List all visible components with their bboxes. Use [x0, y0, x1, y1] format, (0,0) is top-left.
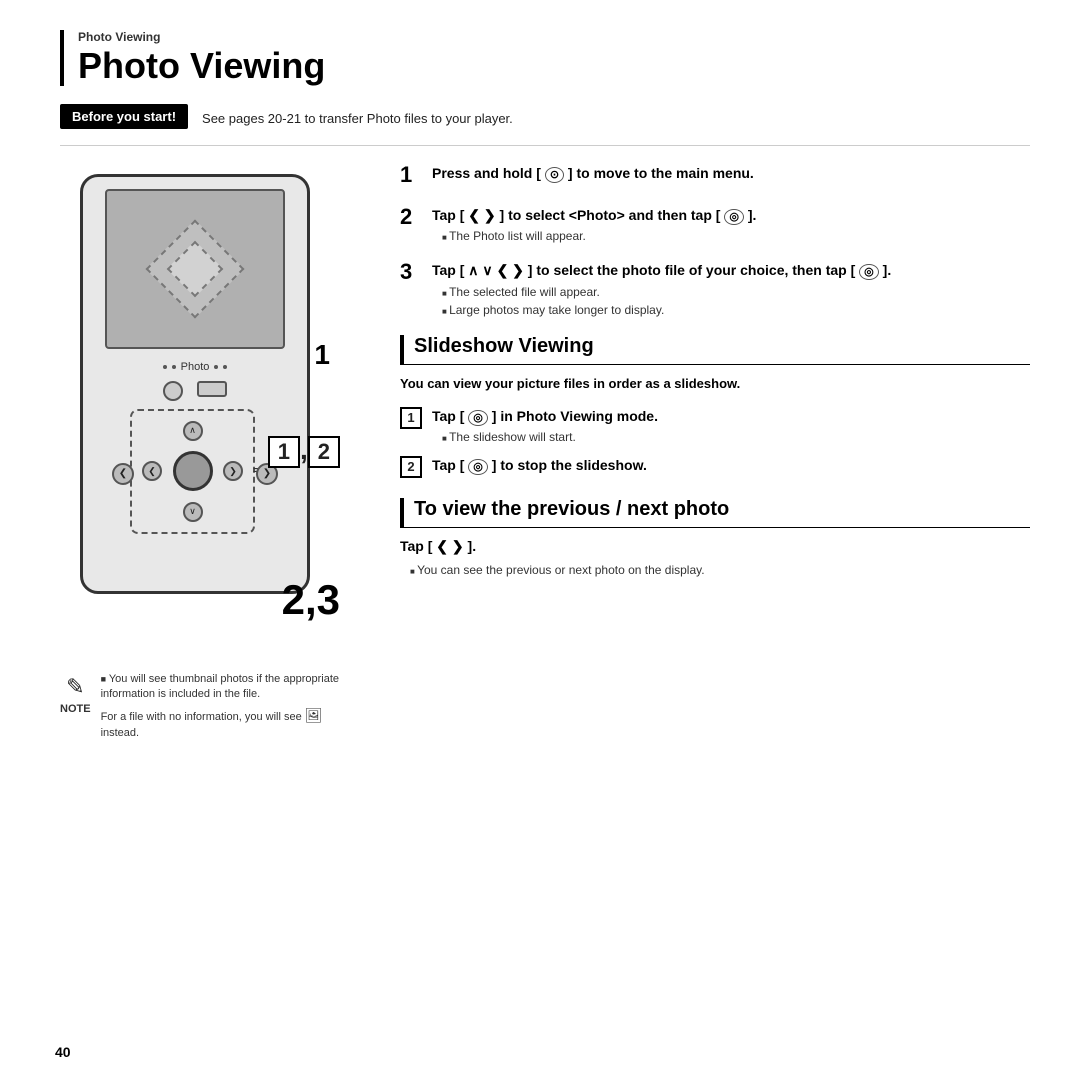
dpad-container: ❮ ∧ ∨ ❮ ❯ = ❯: [130, 409, 260, 539]
btn-power: [163, 381, 183, 401]
before-start-row: Before you start! See pages 20-21 to tra…: [60, 104, 1030, 146]
right-column: 1 Press and hold [ ⊙ ] to move to the ma…: [400, 164, 1030, 742]
step-1-number: 1: [400, 162, 422, 188]
note-content: ■ You will see thumbnail photos if the a…: [101, 672, 350, 742]
dpad-left: ❮: [142, 461, 162, 481]
before-start-badge: Before you start!: [60, 104, 188, 129]
slideshow-step-2-content: Tap [ ◎ ] to stop the slideshow.: [432, 456, 647, 476]
btn-hold: [197, 381, 227, 397]
dpad-right: ❯: [223, 461, 243, 481]
before-start-text: See pages 20-21 to transfer Photo files …: [202, 111, 513, 126]
symbol-ok-2: ◎: [724, 209, 744, 225]
step-overlay-1: 1: [314, 339, 330, 371]
step-2-sub-1: The Photo list will appear.: [432, 229, 756, 243]
step-1-text: Press and hold [ ⊙ ] to move to the main…: [432, 164, 754, 184]
page-title: Photo Viewing: [78, 46, 1030, 86]
device-illustration: Photo: [60, 164, 330, 654]
step-overlay-12: 1,2: [268, 434, 340, 468]
note-icon-col: ✎ NOTE: [60, 672, 91, 742]
slideshow-step-1-num: 1: [400, 407, 422, 429]
photo-icon-inner: [167, 240, 224, 297]
dot-left: [163, 365, 167, 369]
slideshow-step-1-text: Tap [ ◎ ] in Photo Viewing mode.: [432, 407, 658, 427]
dpad: ∧ ∨ ❮ ❯ =: [140, 419, 245, 524]
slideshow-step-2-row: 2 Tap [ ◎ ] to stop the slideshow.: [400, 456, 1030, 478]
photo-label: Photo: [163, 361, 228, 373]
step-1-row: 1 Press and hold [ ⊙ ] to move to the ma…: [400, 164, 1030, 188]
dot-right2: [223, 365, 227, 369]
symbol-ok-ss2: ◎: [468, 459, 488, 475]
breadcrumb: Photo Viewing: [78, 30, 1030, 44]
top-buttons-row: [93, 381, 297, 401]
photo-icon: [146, 219, 245, 318]
step-3-row: 3 Tap [ ∧ ∨ ❮ ❯ ] to select the photo fi…: [400, 261, 1030, 317]
note-section: ✎ NOTE ■ You will see thumbnail photos i…: [60, 672, 350, 742]
slideshow-heading: Slideshow Viewing: [400, 335, 1030, 365]
tap-label: Tap [ ❮ ❯ ].: [400, 538, 1030, 555]
dpad-center-btn: [173, 451, 213, 491]
step-3-sub-1: The selected file will appear.: [432, 285, 891, 299]
slideshow-step-1-sub: The slideshow will start.: [432, 430, 658, 444]
symbol-ok-3: ◎: [859, 264, 879, 280]
note-label: NOTE: [60, 703, 91, 715]
symbol-ok-ss1: ◎: [468, 410, 488, 426]
step-2-content: Tap [ ❮ ❯ ] to select <Photo> and then t…: [432, 206, 756, 244]
main-content: Photo: [60, 164, 1030, 742]
dpad-down: ∨: [183, 502, 203, 522]
note-line-2: For a file with no information, you will…: [101, 706, 350, 741]
header-section: Photo Viewing Photo Viewing: [60, 30, 1030, 86]
dpad-up: ∧: [183, 421, 203, 441]
device-body: Photo: [80, 174, 310, 594]
slideshow-step-1-row: 1 Tap [ ◎ ] in Photo Viewing mode. The s…: [400, 407, 1030, 444]
step-box-1: 1: [268, 436, 300, 468]
step-3-number: 3: [400, 259, 422, 285]
next-photo-heading: To view the previous / next photo: [400, 498, 1030, 528]
next-photo-section: To view the previous / next photo Tap [ …: [400, 498, 1030, 577]
file-icon: 🖼: [305, 707, 323, 723]
step-2-number: 2: [400, 204, 422, 230]
slideshow-step-1-content: Tap [ ◎ ] in Photo Viewing mode. The sli…: [432, 407, 658, 444]
page-number: 40: [55, 1044, 71, 1060]
note-icon: ✎: [66, 674, 84, 700]
slideshow-desc: You can view your picture files in order…: [400, 375, 1030, 393]
page: Photo Viewing Photo Viewing Before you s…: [0, 0, 1080, 1080]
step-3-text: Tap [ ∧ ∨ ❮ ❯ ] to select the photo file…: [432, 261, 891, 281]
step-3-sub-2: Large photos may take longer to display.: [432, 303, 891, 317]
note-line-1: ■ You will see thumbnail photos if the a…: [101, 672, 350, 703]
step-2-row: 2 Tap [ ❮ ❯ ] to select <Photo> and then…: [400, 206, 1030, 244]
dot-right: [214, 365, 218, 369]
slideshow-section: Slideshow Viewing You can view your pict…: [400, 335, 1030, 478]
slideshow-step-2-num: 2: [400, 456, 422, 478]
dot-left2: [172, 365, 176, 369]
step-3-content: Tap [ ∧ ∨ ❮ ❯ ] to select the photo file…: [432, 261, 891, 317]
device-screen: [105, 189, 285, 349]
step-1-content: Press and hold [ ⊙ ] to move to the main…: [432, 164, 754, 184]
step-2-text: Tap [ ❮ ❯ ] to select <Photo> and then t…: [432, 206, 756, 226]
left-column: Photo: [60, 164, 370, 742]
step-overlay-23: 2,3: [282, 576, 340, 624]
btn-left-outer: ❮: [112, 463, 134, 485]
symbol-power: ⊙: [545, 167, 564, 183]
controls-area: ❮ ∧ ∨ ❮ ❯ = ❯: [93, 381, 297, 539]
step-box-2: 2: [308, 436, 340, 468]
slideshow-step-2-text: Tap [ ◎ ] to stop the slideshow.: [432, 456, 647, 476]
tap-sub-1: You can see the previous or next photo o…: [400, 563, 1030, 577]
